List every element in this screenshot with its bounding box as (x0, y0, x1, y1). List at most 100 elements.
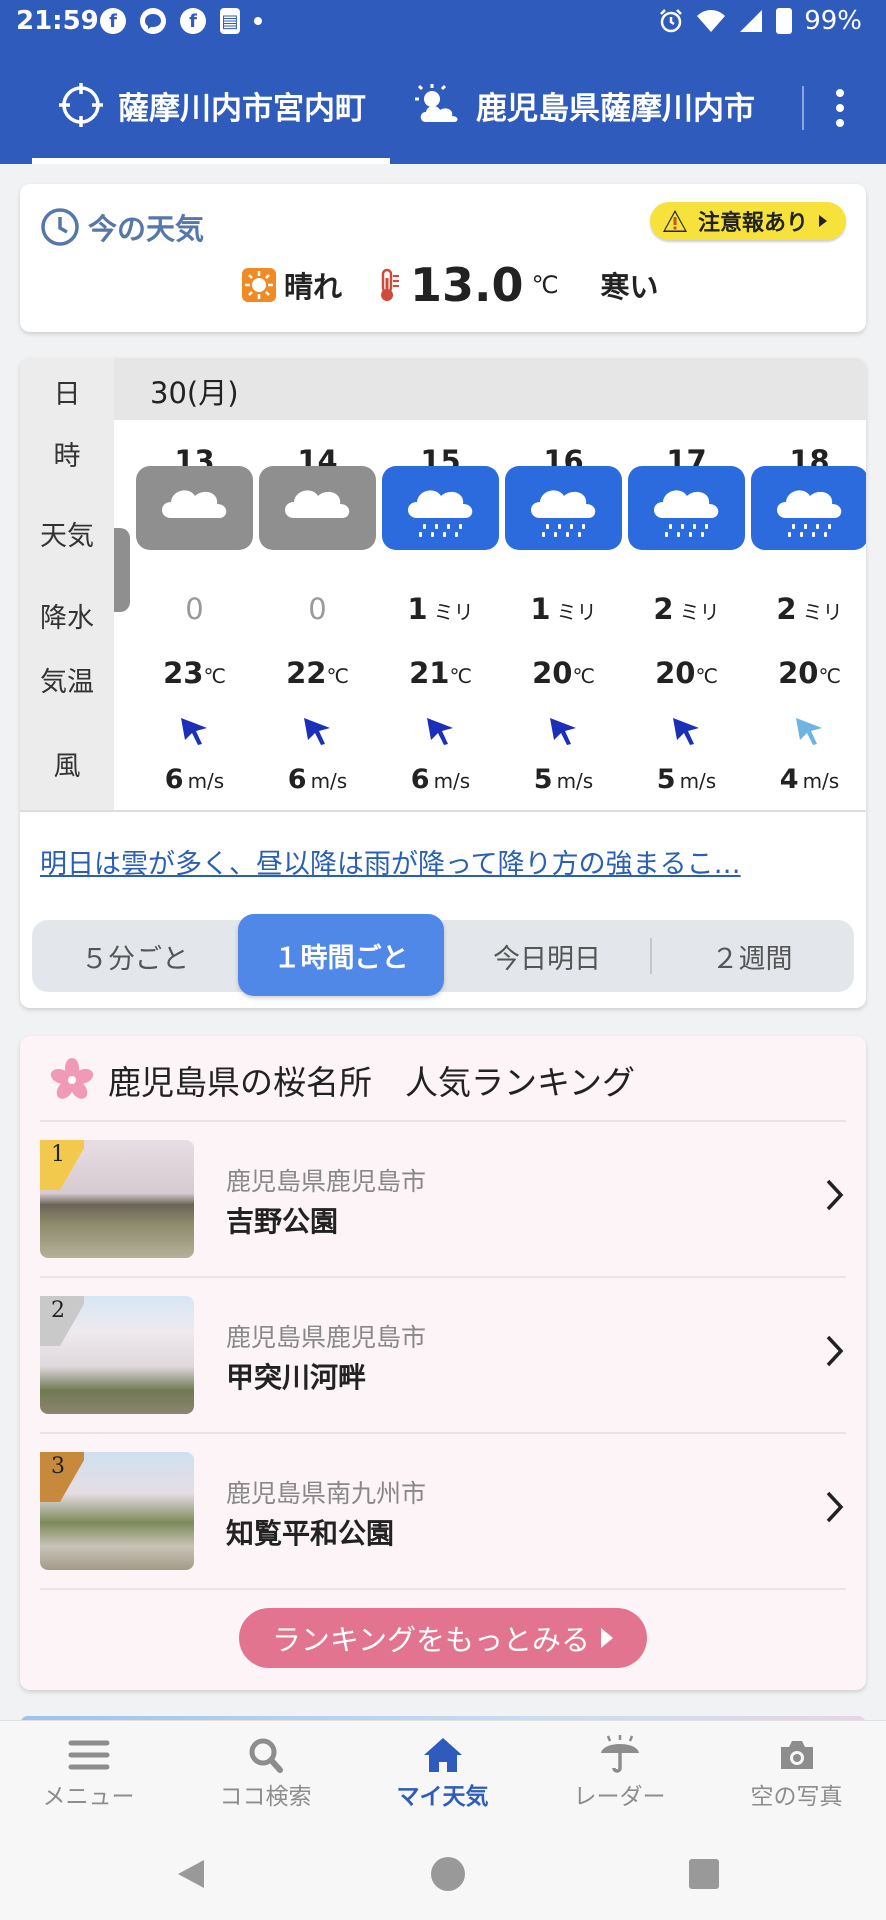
row-label-column: 日 時 天気 降水 気温 風 (20, 358, 114, 810)
temp-unit: ℃ (203, 664, 226, 688)
precip-value: 2 ミリ (625, 592, 748, 626)
more-vert-icon[interactable] (832, 86, 848, 130)
recents-icon[interactable] (688, 1858, 720, 1890)
precip-amount: 1 (530, 592, 551, 626)
ranking-item[interactable]: 2 鹿児島県鹿児島市 甲突川河畔 (40, 1276, 846, 1430)
temp-number: 21 (409, 656, 450, 690)
wind-direction-icon (427, 718, 453, 745)
system-icons: 99% (658, 6, 862, 36)
sakura-icon (50, 1058, 94, 1099)
sakura-ranking-title-text: 鹿児島県の桜名所 人気ランキング (108, 1063, 636, 1102)
tab-selected-indicator (32, 158, 390, 164)
segment-hourly[interactable]: １時間ごと (238, 914, 444, 996)
wind-direction-icon (673, 718, 699, 745)
messenger-icon (140, 8, 166, 34)
search-icon (249, 1738, 283, 1773)
wind-speed: 5 m/s (502, 764, 625, 795)
current-temperature: 13.0 (410, 258, 524, 312)
menu-icon (68, 1740, 109, 1770)
battery-level: 99% (804, 6, 862, 36)
hour-column: 18 2 ミリ 20℃ 4 m/s (748, 420, 866, 810)
precip-amount: 1 (407, 592, 428, 626)
current-weather-card[interactable]: 今の天気 注意報あり 晴れ 13.0 ℃ 寒い (20, 184, 866, 332)
segment-today-tomorrow[interactable]: 今日明日 (444, 920, 650, 992)
facebook-icon: f (100, 8, 126, 34)
spot-name: 甲突川河畔 (226, 1361, 367, 1394)
row-label-day: 日 (53, 379, 81, 410)
wind-direction-icon (304, 718, 330, 745)
precip-amount: 2 (653, 592, 674, 626)
forecast-summary-link[interactable]: 明日は雲が多く、昼以降は雨が降って降り方の強まるこ… (40, 842, 860, 881)
row-label-wind: 風 (53, 751, 81, 782)
nav-sky-photos[interactable]: 空の写真 (708, 1735, 885, 1811)
back-icon[interactable] (176, 1858, 206, 1890)
clock-icon (41, 208, 79, 246)
ranking-item[interactable]: 3 鹿児島県南九州市知覧平和公園 (40, 1432, 846, 1586)
wind-number: 6 (164, 764, 184, 795)
precip-amount: 0 (308, 592, 327, 626)
notification-icons: f f ▤ (100, 8, 262, 34)
sakura-ranking-card: 鹿児島県の桜名所 人気ランキング 1 鹿児島県鹿児島市 吉野公園 2 鹿児島県鹿児島市甲… (20, 1036, 866, 1690)
nav-menu[interactable]: メニュー (0, 1735, 177, 1811)
tab-location-current[interactable]: 薩摩川内市宮内町 (58, 46, 366, 164)
nav-my-weather[interactable]: マイ天気 (354, 1735, 531, 1811)
row-label-temp: 気温 (40, 667, 94, 698)
alarm-icon (660, 9, 683, 33)
rank-number: 3 (51, 1454, 65, 1479)
bottom-navigation: メニュー ココ検索 マイ天気 レーダー 空の写真 (0, 1720, 886, 1824)
nav-radar[interactable]: レーダー (531, 1735, 708, 1811)
tab-label: 薩摩川内市宮内町 (118, 90, 366, 127)
temp-number: 20 (655, 656, 696, 690)
rank-number: 2 (51, 1298, 65, 1323)
precip-unit: ミリ (556, 600, 597, 624)
precip-value: 2 ミリ (748, 592, 866, 626)
system-navigation (0, 1824, 886, 1920)
partial-cloud-cell (114, 528, 130, 612)
nav-label: ココ検索 (219, 1784, 312, 1810)
home-circle-icon[interactable] (430, 1856, 466, 1892)
temp-unit: ℃ (818, 664, 841, 688)
battery-icon (776, 8, 793, 34)
spot-region: 鹿児島県南九州市 (226, 1479, 427, 1508)
wind-number: 5 (533, 764, 553, 795)
radar-umbrella-icon (600, 1735, 639, 1773)
precip-unit: ミリ (679, 600, 720, 624)
caret-right-icon (601, 1628, 614, 1648)
cloud-icon (259, 466, 376, 550)
chevron-right-icon (826, 1335, 844, 1367)
chevron-right-icon (826, 1491, 844, 1523)
chevron-right-icon (826, 1179, 844, 1211)
temp-unit: ℃ (572, 664, 595, 688)
wind-speed: 5 m/s (625, 764, 748, 795)
nav-search[interactable]: ココ検索 (177, 1735, 354, 1811)
precip-amount: 0 (185, 592, 204, 626)
status-time: 21:59 (16, 6, 99, 36)
wind-unit: m/s (433, 769, 471, 793)
signal-icon (740, 10, 763, 32)
segment-2weeks[interactable]: ２週間 (650, 920, 854, 992)
tab-location-city[interactable]: 鹿児島県薩摩川内市 (414, 46, 755, 164)
more-ranking-label: ランキングをもっとみる (271, 1623, 591, 1657)
more-ranking-button[interactable]: ランキングをもっとみる (239, 1608, 647, 1668)
temp-value: 23℃ (133, 656, 256, 690)
rank-number: 1 (51, 1142, 65, 1167)
temp-value: 22℃ (256, 656, 379, 690)
temp-number: 23 (163, 656, 204, 690)
temp-number: 22 (286, 656, 327, 690)
warning-badge[interactable]: 注意報あり (649, 202, 846, 240)
spot-name: 知覧平和公園 (226, 1517, 395, 1550)
ranking-item[interactable]: 1 鹿児島県鹿児島市 吉野公園 (40, 1120, 846, 1274)
precip-value: 1 ミリ (379, 592, 502, 626)
dot-icon (254, 17, 262, 25)
rain-icon (382, 466, 499, 550)
temp-unit: ℃ (449, 664, 472, 688)
hour-column: 15 1 ミリ 21℃ 6 m/s (379, 420, 502, 810)
sun-icon (242, 268, 276, 302)
segment-5min[interactable]: ５分ごと (32, 920, 238, 992)
location-target-icon (59, 83, 103, 127)
rain-icon (628, 466, 745, 550)
wind-number: 4 (779, 764, 799, 795)
wind-unit: m/s (310, 769, 348, 793)
status-bar: 21:59 f f ▤ 99% (0, 0, 886, 46)
wind-speed: 6 m/s (256, 764, 379, 795)
